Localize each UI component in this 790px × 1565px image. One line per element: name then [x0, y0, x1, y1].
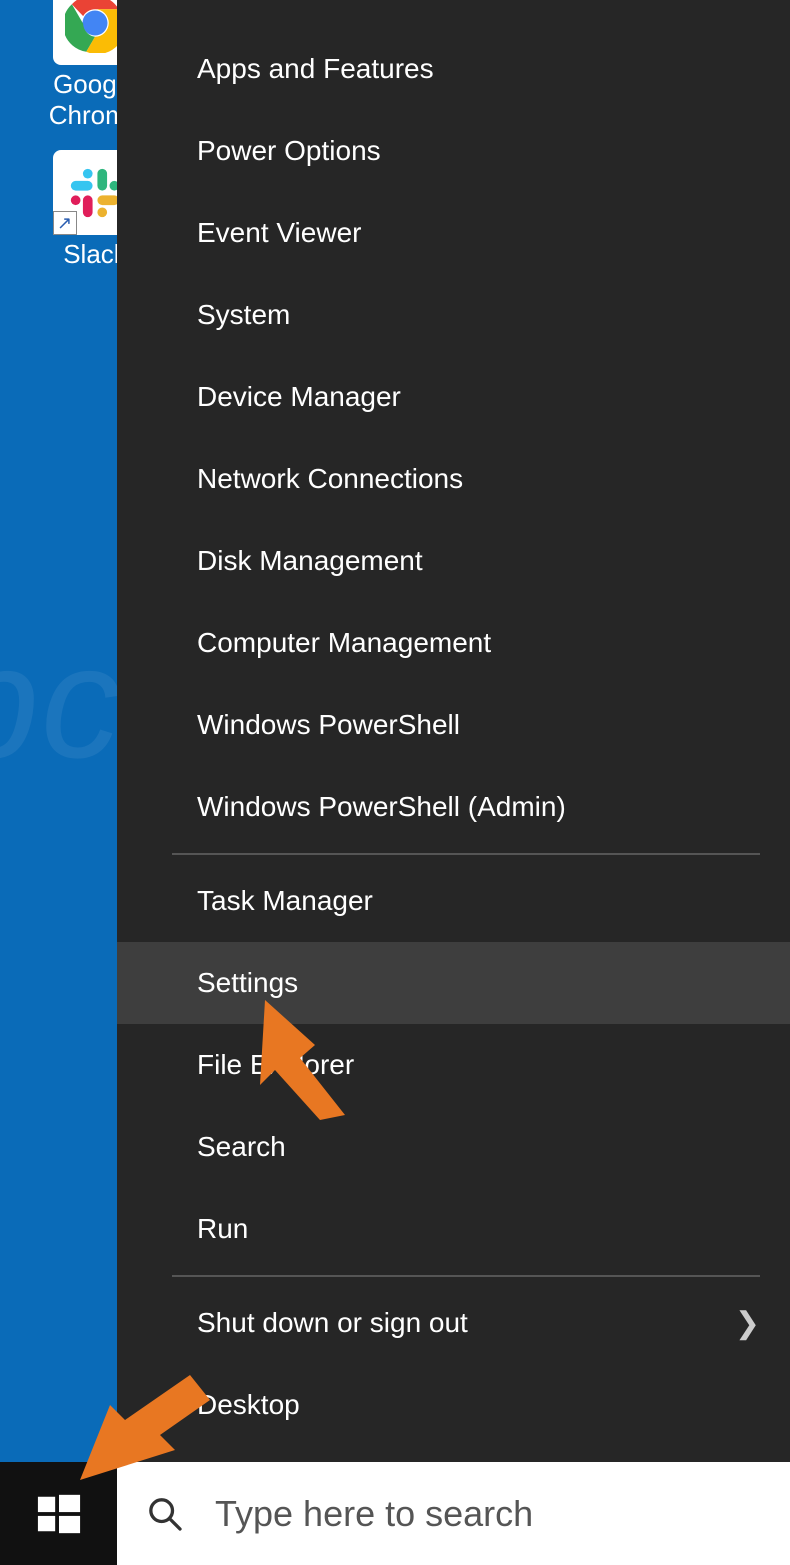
start-button[interactable]: [0, 1462, 117, 1565]
menu-item-label: Power Options: [197, 135, 381, 167]
menu-item-power-options[interactable]: Power Options: [117, 110, 790, 192]
shortcut-arrow-icon: ↗: [53, 211, 77, 235]
menu-item-label: Disk Management: [197, 545, 423, 577]
menu-item-label: Windows PowerShell: [197, 709, 460, 741]
menu-item-label: Settings: [197, 967, 298, 999]
taskbar: [0, 1462, 790, 1565]
menu-item-label: Desktop: [197, 1389, 300, 1421]
menu-item-label: Network Connections: [197, 463, 463, 495]
winx-context-menu: Apps and Features Power Options Event Vi…: [117, 0, 790, 1466]
menu-item-windows-powershell-admin[interactable]: Windows PowerShell (Admin): [117, 766, 790, 848]
windows-logo-icon: [36, 1491, 82, 1537]
menu-item-label: Search: [197, 1131, 286, 1163]
menu-item-label: System: [197, 299, 290, 331]
menu-item-desktop[interactable]: Desktop: [117, 1364, 790, 1446]
menu-item-label: Apps and Features: [197, 53, 434, 85]
menu-item-task-manager[interactable]: Task Manager: [117, 860, 790, 942]
menu-item-label: Computer Management: [197, 627, 491, 659]
menu-divider: [172, 1275, 760, 1277]
menu-item-windows-powershell[interactable]: Windows PowerShell: [117, 684, 790, 766]
menu-item-network-connections[interactable]: Network Connections: [117, 438, 790, 520]
menu-item-label: Shut down or sign out: [197, 1307, 468, 1339]
menu-item-label: Task Manager: [197, 885, 373, 917]
menu-item-system[interactable]: System: [117, 274, 790, 356]
menu-item-event-viewer[interactable]: Event Viewer: [117, 192, 790, 274]
menu-item-file-explorer[interactable]: File Explorer: [117, 1024, 790, 1106]
menu-item-run[interactable]: Run: [117, 1188, 790, 1270]
menu-item-label: File Explorer: [197, 1049, 354, 1081]
taskbar-search[interactable]: [117, 1462, 790, 1565]
menu-divider: [172, 853, 760, 855]
menu-item-apps-features[interactable]: Apps and Features: [117, 28, 790, 110]
search-input[interactable]: [215, 1493, 790, 1535]
menu-item-settings[interactable]: Settings: [117, 942, 790, 1024]
menu-item-shutdown-signout[interactable]: Shut down or sign out ❯: [117, 1282, 790, 1364]
menu-item-disk-management[interactable]: Disk Management: [117, 520, 790, 602]
menu-item-label: Windows PowerShell (Admin): [197, 791, 566, 823]
menu-item-label: Device Manager: [197, 381, 401, 413]
menu-item-device-manager[interactable]: Device Manager: [117, 356, 790, 438]
menu-item-computer-management[interactable]: Computer Management: [117, 602, 790, 684]
chevron-right-icon: ❯: [735, 1306, 760, 1341]
menu-item-search[interactable]: Search: [117, 1106, 790, 1188]
search-icon: [145, 1492, 185, 1536]
menu-item-label: Event Viewer: [197, 217, 361, 249]
menu-item-label: Run: [197, 1213, 248, 1245]
